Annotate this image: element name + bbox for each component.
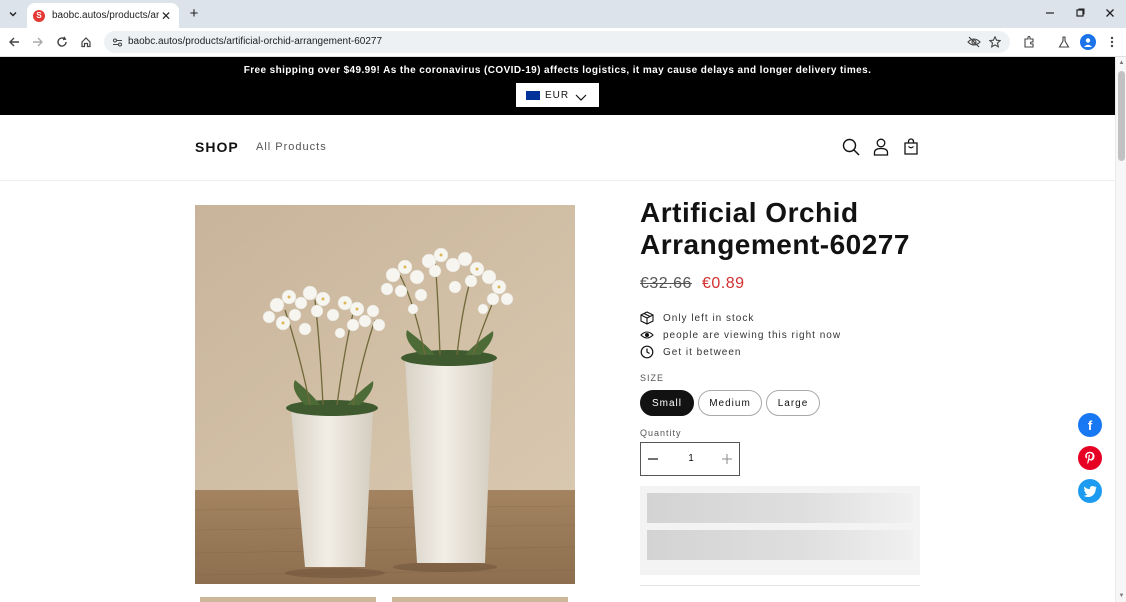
box-icon — [640, 311, 654, 325]
size-option-large[interactable]: Large — [766, 390, 820, 416]
close-window-icon[interactable] — [1102, 5, 1118, 21]
sale-price: €0.89 — [702, 275, 745, 292]
quantity-label: Quantity — [640, 428, 682, 438]
cart-icon[interactable] — [901, 137, 921, 157]
pinterest-share-icon[interactable] — [1078, 446, 1102, 470]
home-icon[interactable] — [78, 34, 94, 50]
browser-tab-strip: S baobc.autos/products/artificia ✕ + — [0, 0, 1126, 28]
new-tab-button[interactable]: + — [186, 5, 202, 22]
nav-all-products-link[interactable]: All Products — [256, 141, 327, 153]
delivery-text: Get it between — [663, 346, 742, 358]
tab-close-icon[interactable]: ✕ — [159, 9, 173, 23]
reload-icon[interactable] — [54, 34, 70, 50]
clock-icon — [640, 345, 654, 359]
chevron-down-icon — [575, 89, 587, 107]
url-text: baobc.autos/products/artificial-orchid-a… — [128, 36, 383, 47]
stock-info: Only left in stock — [640, 311, 754, 325]
account-icon[interactable] — [871, 137, 891, 157]
currency-label: EUR — [545, 89, 570, 101]
delivery-info: Get it between — [640, 345, 741, 359]
search-icon[interactable] — [841, 137, 861, 157]
restore-window-icon[interactable] — [1072, 5, 1088, 21]
page-scrollbar[interactable]: ▲ ▼ — [1115, 57, 1126, 602]
address-bar[interactable]: baobc.autos/products/artificial-orchid-a… — [104, 31, 1010, 53]
facebook-share-icon[interactable]: f — [1078, 413, 1102, 437]
web-page: Free shipping over $49.99! As the corona… — [0, 57, 1115, 602]
quantity-increase-icon[interactable] — [719, 451, 735, 467]
site-header: SHOP All Products — [0, 115, 1115, 181]
browser-menu-kebab-icon[interactable] — [1104, 34, 1120, 50]
size-label: SIZE — [640, 373, 665, 383]
scroll-down-arrow-icon[interactable]: ▼ — [1118, 592, 1125, 600]
compare-at-price: €32.66 — [640, 275, 692, 292]
viewers-info: people are viewing this right now — [640, 328, 841, 342]
product-thumbnail[interactable] — [392, 597, 568, 602]
eu-flag-icon — [526, 90, 540, 100]
twitter-share-icon[interactable] — [1078, 479, 1102, 503]
scroll-up-arrow-icon[interactable]: ▲ — [1118, 59, 1125, 67]
tab-title: baobc.autos/products/artificia — [52, 10, 159, 21]
labs-flask-icon[interactable] — [1056, 34, 1072, 50]
buy-now-placeholder[interactable] — [647, 530, 913, 560]
site-favicon-icon: S — [33, 9, 45, 22]
profile-avatar-icon[interactable] — [1080, 34, 1096, 50]
product-thumbnail[interactable] — [200, 597, 376, 602]
product-image[interactable] — [195, 205, 575, 584]
scrollbar-thumb[interactable] — [1118, 71, 1125, 161]
announcement-bar: Free shipping over $49.99! As the corona… — [0, 57, 1115, 115]
announcement-text: Free shipping over $49.99! As the corona… — [243, 65, 872, 76]
product-title: Artificial Orchid Arrangement-60277 — [640, 197, 910, 260]
site-info-icon[interactable] — [110, 35, 124, 49]
add-to-cart-placeholder[interactable] — [647, 493, 913, 523]
tab-search-chevron-icon[interactable] — [4, 5, 22, 23]
minimize-window-icon[interactable] — [1042, 5, 1058, 21]
browser-toolbar: baobc.autos/products/artificial-orchid-a… — [0, 28, 1126, 57]
stock-text: Only left in stock — [663, 312, 755, 324]
eye-off-icon[interactable] — [967, 35, 981, 49]
extensions-puzzle-icon[interactable] — [1021, 34, 1037, 50]
eye-icon — [640, 328, 654, 342]
currency-selector[interactable]: EUR — [516, 83, 599, 107]
payment-buttons-loading — [640, 486, 920, 575]
back-arrow-icon[interactable] — [6, 34, 22, 50]
viewers-text: people are viewing this right now — [663, 329, 842, 341]
bookmark-star-icon[interactable] — [988, 35, 1002, 49]
size-option-small[interactable]: Small — [640, 390, 694, 416]
browser-tab[interactable]: S baobc.autos/products/artificia ✕ — [27, 3, 179, 28]
section-divider — [640, 585, 920, 586]
forward-arrow-icon[interactable] — [30, 34, 46, 50]
size-option-medium[interactable]: Medium — [698, 390, 762, 416]
quantity-stepper: 1 — [640, 442, 740, 476]
shop-logo[interactable]: SHOP — [195, 139, 239, 155]
